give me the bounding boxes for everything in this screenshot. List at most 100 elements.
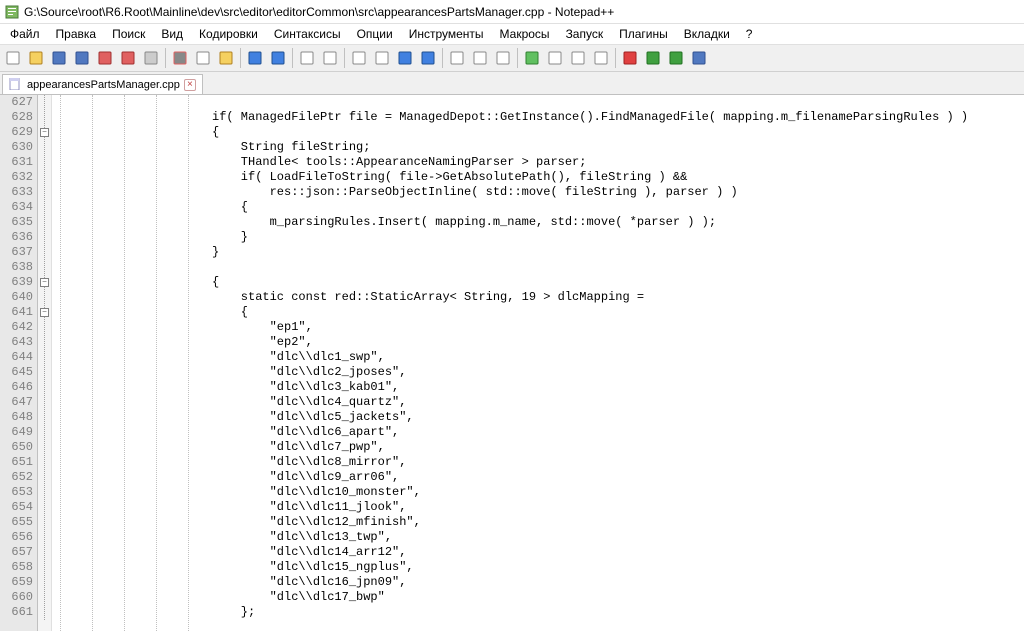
code-line[interactable]: } — [212, 245, 1024, 260]
open-file-icon[interactable] — [25, 47, 47, 69]
menu-file[interactable]: Файл — [2, 25, 48, 43]
toolbar-separator — [442, 48, 443, 68]
cut-icon[interactable] — [169, 47, 191, 69]
undo-icon[interactable] — [244, 47, 266, 69]
code-line[interactable]: "dlc\\dlc12_mfinish", — [212, 515, 1024, 530]
save-all-icon[interactable] — [71, 47, 93, 69]
code-line[interactable]: { — [212, 275, 1024, 290]
menu-options[interactable]: Опции — [349, 25, 401, 43]
line-number-gutter: 6276286296306316326336346356366376386396… — [0, 95, 38, 631]
fold-toggle[interactable]: − — [40, 128, 49, 137]
app-icon — [4, 4, 20, 20]
code-line[interactable]: "dlc\\dlc1_swp", — [212, 350, 1024, 365]
code-line[interactable]: } — [212, 230, 1024, 245]
close-all-icon[interactable] — [117, 47, 139, 69]
zoom-in-icon[interactable] — [348, 47, 370, 69]
code-line[interactable]: { — [212, 200, 1024, 215]
code-line[interactable]: "dlc\\dlc10_monster", — [212, 485, 1024, 500]
menu-tools[interactable]: Инструменты — [401, 25, 492, 43]
menu-encoding[interactable]: Кодировки — [191, 25, 266, 43]
code-line[interactable]: "dlc\\dlc14_arr12", — [212, 545, 1024, 560]
line-number: 628 — [0, 110, 33, 125]
code-line[interactable]: "ep1", — [212, 320, 1024, 335]
code-line[interactable]: { — [212, 125, 1024, 140]
menu-run[interactable]: Запуск — [558, 25, 612, 43]
code-line[interactable]: "dlc\\dlc13_twp", — [212, 530, 1024, 545]
find-icon[interactable] — [296, 47, 318, 69]
indent-guide-icon[interactable] — [492, 47, 514, 69]
line-number: 641 — [0, 305, 33, 320]
menu-help[interactable]: ? — [738, 25, 761, 43]
menu-plugins[interactable]: Плагины — [611, 25, 676, 43]
line-number: 630 — [0, 140, 33, 155]
indent-guide — [124, 95, 125, 631]
fold-toggle[interactable]: − — [40, 308, 49, 317]
unfold-icon[interactable] — [567, 47, 589, 69]
line-number: 642 — [0, 320, 33, 335]
code-line[interactable]: "dlc\\dlc15_ngplus", — [212, 560, 1024, 575]
menu-macros[interactable]: Макросы — [492, 25, 558, 43]
redo-icon[interactable] — [267, 47, 289, 69]
print-icon[interactable] — [140, 47, 162, 69]
record-macro-icon[interactable] — [619, 47, 641, 69]
line-number: 634 — [0, 200, 33, 215]
code-line[interactable]: "dlc\\dlc4_quartz", — [212, 395, 1024, 410]
fold-column[interactable]: − − − — [38, 95, 52, 631]
code-line[interactable]: String fileString; — [212, 140, 1024, 155]
code-line[interactable]: THandle< tools::AppearanceNamingParser >… — [212, 155, 1024, 170]
word-wrap-icon[interactable] — [446, 47, 468, 69]
code-line[interactable]: { — [212, 305, 1024, 320]
code-line[interactable] — [212, 95, 1024, 110]
menu-view[interactable]: Вид — [153, 25, 191, 43]
replace-icon[interactable] — [319, 47, 341, 69]
code-line[interactable]: "dlc\\dlc7_pwp", — [212, 440, 1024, 455]
code-line[interactable]: "dlc\\dlc2_jposes", — [212, 365, 1024, 380]
code-line[interactable]: "dlc\\dlc11_jlook", — [212, 500, 1024, 515]
code-line[interactable]: "dlc\\dlc17_bwp" — [212, 590, 1024, 605]
new-file-icon[interactable] — [2, 47, 24, 69]
line-number: 660 — [0, 590, 33, 605]
code-line[interactable]: res::json::ParseObjectInline( std::move(… — [212, 185, 1024, 200]
code-line[interactable]: if( ManagedFilePtr file = ManagedDepot::… — [212, 110, 1024, 125]
line-number: 629 — [0, 125, 33, 140]
code-line[interactable]: "dlc\\dlc6_apart", — [212, 425, 1024, 440]
fold-toggle[interactable]: − — [40, 278, 49, 287]
code-line[interactable]: if( LoadFileToString( file->GetAbsoluteP… — [212, 170, 1024, 185]
code-line[interactable]: "ep2", — [212, 335, 1024, 350]
close-icon[interactable] — [94, 47, 116, 69]
line-number: 658 — [0, 560, 33, 575]
run-multi-icon[interactable] — [665, 47, 687, 69]
code-area[interactable]: if( ManagedFilePtr file = ManagedDepot::… — [212, 95, 1024, 631]
code-line[interactable]: "dlc\\dlc9_arr06", — [212, 470, 1024, 485]
line-number: 644 — [0, 350, 33, 365]
paste-icon[interactable] — [215, 47, 237, 69]
file-tab[interactable]: appearancesPartsManager.cpp × — [2, 74, 203, 94]
sync-h-icon[interactable] — [417, 47, 439, 69]
menu-edit[interactable]: Правка — [48, 25, 105, 43]
sync-v-icon[interactable] — [394, 47, 416, 69]
line-number: 635 — [0, 215, 33, 230]
save-macro-icon[interactable] — [688, 47, 710, 69]
code-line[interactable]: }; — [212, 605, 1024, 620]
code-line[interactable] — [212, 260, 1024, 275]
save-icon[interactable] — [48, 47, 70, 69]
code-line[interactable]: "dlc\\dlc3_kab01", — [212, 380, 1024, 395]
comment-icon[interactable] — [590, 47, 612, 69]
copy-icon[interactable] — [192, 47, 214, 69]
code-line[interactable]: "dlc\\dlc5_jackets", — [212, 410, 1024, 425]
show-all-chars-icon[interactable] — [469, 47, 491, 69]
code-line[interactable]: "dlc\\dlc8_mirror", — [212, 455, 1024, 470]
code-line[interactable]: "dlc\\dlc16_jpn09", — [212, 575, 1024, 590]
fold-icon[interactable] — [544, 47, 566, 69]
menu-tabs[interactable]: Вкладки — [676, 25, 738, 43]
code-line[interactable]: m_parsingRules.Insert( mapping.m_name, s… — [212, 215, 1024, 230]
editor[interactable]: 6276286296306316326336346356366376386396… — [0, 94, 1024, 631]
menu-search[interactable]: Поиск — [104, 25, 153, 43]
zoom-out-icon[interactable] — [371, 47, 393, 69]
lang-icon[interactable] — [521, 47, 543, 69]
menu-syntax[interactable]: Синтаксисы — [266, 25, 349, 43]
indent-guide — [188, 95, 189, 631]
play-macro-icon[interactable] — [642, 47, 664, 69]
close-icon[interactable]: × — [184, 79, 196, 91]
code-line[interactable]: static const red::StaticArray< String, 1… — [212, 290, 1024, 305]
